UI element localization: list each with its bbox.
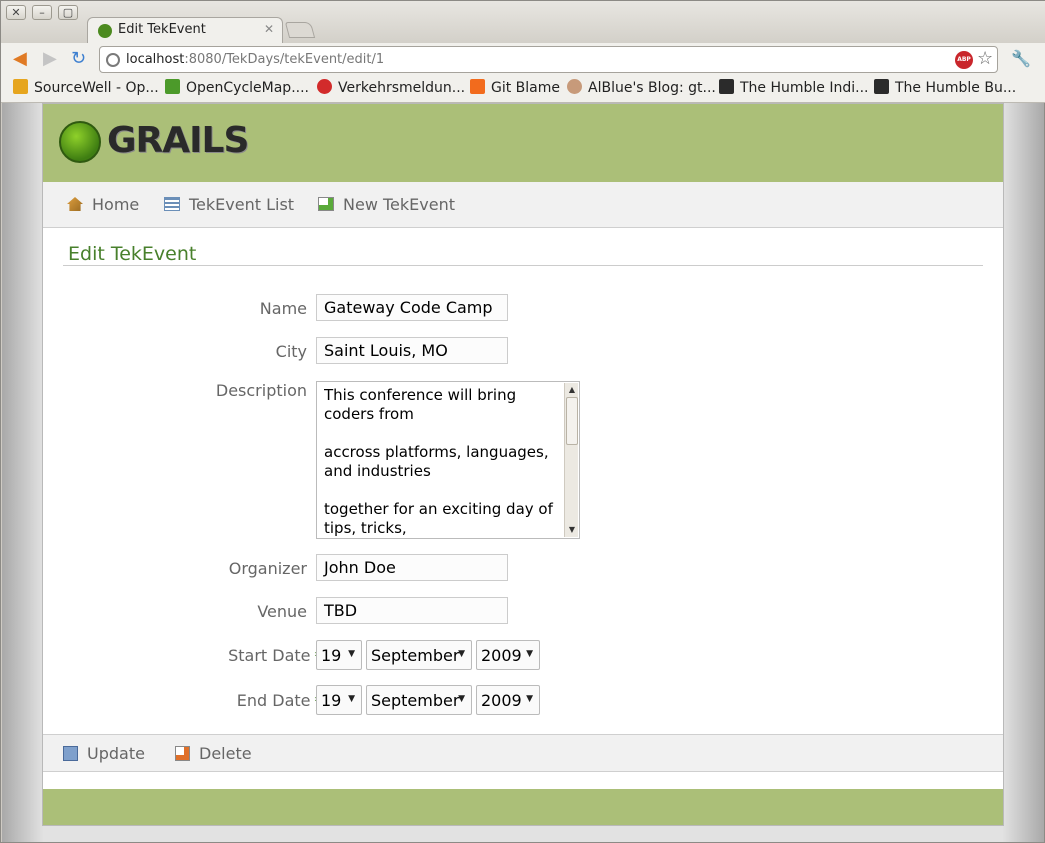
bookmark-favicon-icon	[567, 79, 582, 94]
bookmark-favicon-icon	[13, 79, 28, 94]
venue-label: Venue	[257, 602, 307, 621]
page-viewport: GRAILS Home TekEvent List New TekEvent E…	[2, 103, 1044, 842]
organizer-input[interactable]: John Doe	[316, 554, 508, 581]
address-bar[interactable]: localhost:8080/TekDays/tekEvent/edit/1 A…	[99, 46, 998, 73]
back-arrow-icon[interactable]: ◀	[13, 49, 27, 69]
dropdown-arrow-icon: ▼	[458, 694, 465, 704]
new-tab-button[interactable]	[284, 22, 316, 38]
description-textarea[interactable]: This conference will bring coders from a…	[316, 381, 580, 539]
wrench-menu-icon[interactable]: 🔧	[1011, 49, 1031, 68]
city-input[interactable]: Saint Louis, MO	[316, 337, 508, 364]
close-tab-icon[interactable]: ✕	[264, 22, 274, 36]
name-label: Name	[259, 299, 307, 318]
forward-arrow-icon[interactable]: ▶	[43, 49, 57, 69]
page-title: Edit TekEvent	[68, 243, 197, 265]
bookmark-star-icon[interactable]: ☆	[977, 48, 993, 69]
description-text[interactable]: This conference will bring coders from a…	[324, 386, 564, 536]
end-year-select[interactable]: 2009 ▼	[476, 685, 540, 715]
venue-input[interactable]: TBD	[316, 597, 508, 624]
dropdown-arrow-icon: ▼	[458, 649, 465, 659]
browser-toolbar: ◀ ▶ ↻ localhost:8080/TekDays/tekEvent/ed…	[1, 43, 1045, 75]
grails-logo-icon[interactable]	[59, 121, 101, 163]
dropdown-arrow-icon: ▼	[348, 694, 355, 704]
close-window-button[interactable]: ✕	[6, 5, 26, 20]
url-text: localhost:8080/TekDays/tekEvent/edit/1	[126, 52, 385, 67]
footer-band	[43, 789, 1003, 825]
tab-title: Edit TekEvent	[118, 22, 206, 37]
bookmark-favicon-icon	[719, 79, 734, 94]
browser-window: ✕ – ▢ Edit TekEvent ✕ ◀ ▶ ↻ localhost:80…	[0, 0, 1045, 843]
scroll-up-icon[interactable]: ▲	[565, 383, 579, 397]
browser-tab[interactable]: Edit TekEvent ✕	[87, 17, 283, 44]
scroll-down-icon[interactable]: ▼	[565, 523, 579, 537]
end-month-select[interactable]: September ▼	[366, 685, 472, 715]
name-input[interactable]: Gateway Code Camp	[316, 294, 508, 321]
bookmark-favicon-icon	[874, 79, 889, 94]
grails-favicon-icon	[98, 24, 112, 38]
city-label: City	[275, 342, 307, 361]
nav-new-tekevent[interactable]: New TekEvent	[318, 195, 455, 214]
minimize-window-button[interactable]: –	[32, 5, 52, 20]
list-icon	[164, 197, 180, 211]
delete-icon	[175, 746, 190, 761]
bookmark-favicon-icon	[317, 79, 332, 94]
bookmarks-bar: SourceWell - Op... OpenCycleMap.... Verk…	[1, 75, 1045, 103]
end-day-select[interactable]: 19 ▼	[316, 685, 362, 715]
title-divider	[63, 265, 983, 266]
bookmark-item[interactable]: OpenCycleMap....	[165, 79, 309, 96]
start-day-select[interactable]: 19 ▼	[316, 640, 362, 670]
header-band: GRAILS	[43, 104, 1003, 182]
start-year-select[interactable]: 2009 ▼	[476, 640, 540, 670]
page-container: GRAILS Home TekEvent List New TekEvent E…	[42, 103, 1004, 826]
adblock-icon[interactable]: ABP	[955, 51, 973, 69]
title-bar: ✕ – ▢ Edit TekEvent ✕	[1, 1, 1045, 44]
bookmark-item[interactable]: AlBlue's Blog: gt...	[567, 79, 716, 96]
page-info-icon[interactable]	[106, 53, 120, 67]
bookmark-item[interactable]: Verkehrsmeldun...	[317, 79, 465, 96]
reload-icon[interactable]: ↻	[71, 49, 86, 69]
nav-tekevent-list[interactable]: TekEvent List	[164, 195, 294, 214]
new-document-icon	[318, 197, 334, 211]
bookmark-item[interactable]: The Humble Indi...	[719, 79, 869, 96]
bookmark-item[interactable]: Git Blame	[470, 79, 560, 96]
end-date-label: End Date*	[237, 691, 321, 710]
start-date-label: Start Date*	[228, 646, 321, 665]
start-month-select[interactable]: September ▼	[366, 640, 472, 670]
organizer-label: Organizer	[228, 559, 307, 578]
dropdown-arrow-icon: ▼	[348, 649, 355, 659]
description-label: Description	[215, 381, 307, 400]
description-scrollbar[interactable]: ▲ ▼	[564, 383, 578, 537]
bookmark-item[interactable]: The Humble Bu...	[874, 79, 1016, 96]
home-icon	[67, 197, 83, 211]
nav-home[interactable]: Home	[67, 195, 139, 214]
update-button[interactable]: Update	[63, 744, 145, 763]
bookmark-item[interactable]: SourceWell - Op...	[13, 79, 159, 96]
bookmark-favicon-icon	[470, 79, 485, 94]
dropdown-arrow-icon: ▼	[526, 649, 533, 659]
save-icon	[63, 746, 78, 761]
dropdown-arrow-icon: ▼	[526, 694, 533, 704]
grails-logo-text[interactable]: GRAILS	[107, 120, 249, 161]
bookmark-favicon-icon	[165, 79, 180, 94]
scroll-thumb[interactable]	[566, 397, 578, 445]
nav-bar: Home TekEvent List New TekEvent	[43, 182, 1003, 228]
maximize-window-button[interactable]: ▢	[58, 5, 78, 20]
delete-button[interactable]: Delete	[175, 744, 252, 763]
button-bar: Update Delete	[43, 734, 1003, 772]
